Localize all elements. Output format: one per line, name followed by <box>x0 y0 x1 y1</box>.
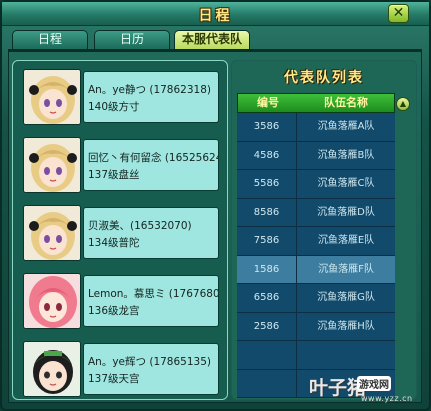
team-id <box>237 341 297 369</box>
team-id: 5586 <box>237 170 297 198</box>
team-name: 沉鱼落雁D队 <box>317 206 375 218</box>
team-id <box>237 369 297 397</box>
team-id: 6586 <box>237 284 297 312</box>
team-id: 7586 <box>237 227 297 255</box>
member-level: 136级龙宫 <box>88 305 140 317</box>
member-level: 140级方寸 <box>88 101 140 113</box>
team-id: 1586 <box>237 255 297 283</box>
member-name: 回忆丶有何留念 (16525624) <box>88 152 219 164</box>
team-name: 沉鱼落雁F队 <box>318 263 374 275</box>
team-name: 沉鱼落雁C队 <box>317 178 375 189</box>
member-name: An。ye辉つ (17865135) <box>88 356 211 368</box>
member-name: 贝淑美、(16532070) <box>88 220 192 232</box>
team-id: 4586 <box>237 141 297 169</box>
team-name: 沉鱼落雁B队 <box>317 149 375 161</box>
team-id: 3586 <box>237 113 297 141</box>
team-list-panel: 代表队列表 编号 队伍名称 3586 沉鱼落雁A队 4586 沉鱼落雁B队 5586… <box>231 60 417 400</box>
member-level: 134级普陀 <box>88 237 140 249</box>
blonde-avatar <box>23 137 81 193</box>
tab-server-team[interactable]: 本服代表队 <box>174 30 250 50</box>
watermark-badge: 游戏网 <box>357 376 391 391</box>
table-row[interactable]: 6586 沉鱼落雁G队 <box>237 284 395 313</box>
table-header: 编号 队伍名称 <box>237 93 395 113</box>
blonde-avatar <box>23 69 81 125</box>
table-row[interactable]: 4586 沉鱼落雁B队 <box>237 141 395 170</box>
member-card[interactable]: 贝淑美、(16532070) 134级普陀 <box>23 204 219 262</box>
header-name: 队伍名称 <box>324 96 368 109</box>
table-row[interactable]: 5586 沉鱼落雁C队 <box>237 170 395 199</box>
member-level: 137级盘丝 <box>88 169 140 181</box>
member-name: Lemon。慕思ミ (17676800) <box>88 288 219 300</box>
member-card[interactable]: An。ye辉つ (17865135) 137级天宫 <box>23 340 219 398</box>
scroll-up-button[interactable]: ▲ <box>396 97 410 111</box>
table-row[interactable]: 3586 沉鱼落雁A队 <box>237 113 395 142</box>
table-row-selected[interactable]: 1586 沉鱼落雁F队 <box>237 255 395 284</box>
close-button[interactable]: ✕ <box>388 4 409 23</box>
watermark-url: www.yzz.cn <box>361 394 413 403</box>
title-bar[interactable]: 日程 ✕ <box>2 2 429 26</box>
member-card[interactable]: Lemon。慕思ミ (17676800) 136级龙宫 <box>23 272 219 330</box>
pink-hair-avatar <box>23 273 81 329</box>
member-card[interactable]: An。ye静つ (17862318) 140级方寸 <box>23 68 219 126</box>
table-row[interactable]: 7586 沉鱼落雁E队 <box>237 227 395 256</box>
tab-calendar[interactable]: 日历 <box>94 30 170 49</box>
header-id: 编号 <box>257 96 279 109</box>
tab-bar: 日程 日历 本服代表队 <box>12 30 412 50</box>
team-name: 沉鱼落雁E队 <box>317 235 375 246</box>
member-panel: An。ye静つ (17862318) 140级方寸 回忆丶有何留念 (16525… <box>12 60 228 400</box>
member-card[interactable]: 回忆丶有何留念 (16525624) 137级盘丝 <box>23 136 219 194</box>
dark-hair-avatar <box>23 341 81 397</box>
team-name: 沉鱼落雁A队 <box>317 121 375 132</box>
team-name <box>297 341 395 369</box>
table-row[interactable] <box>237 341 395 370</box>
team-table: 编号 队伍名称 3586 沉鱼落雁A队 4586 沉鱼落雁B队 5586 沉鱼落雁C队… <box>237 93 395 398</box>
table-row[interactable]: 2586 沉鱼落雁H队 <box>237 312 395 341</box>
team-name: 沉鱼落雁G队 <box>317 292 375 303</box>
team-id: 8586 <box>237 198 297 226</box>
team-name: 沉鱼落雁H队 <box>317 320 375 332</box>
team-list-title: 代表队列表 <box>284 70 364 86</box>
window-title: 日程 <box>198 8 233 24</box>
member-level: 137级天宫 <box>88 373 140 385</box>
member-name: An。ye静つ (17862318) <box>88 84 211 96</box>
watermark: 叶子猪 游戏网 www.yzz.cn <box>309 373 427 403</box>
blonde-avatar <box>23 205 81 261</box>
team-id: 2586 <box>237 312 297 340</box>
tab-schedule[interactable]: 日程 <box>12 30 88 49</box>
table-row[interactable]: 8586 沉鱼落雁D队 <box>237 198 395 227</box>
